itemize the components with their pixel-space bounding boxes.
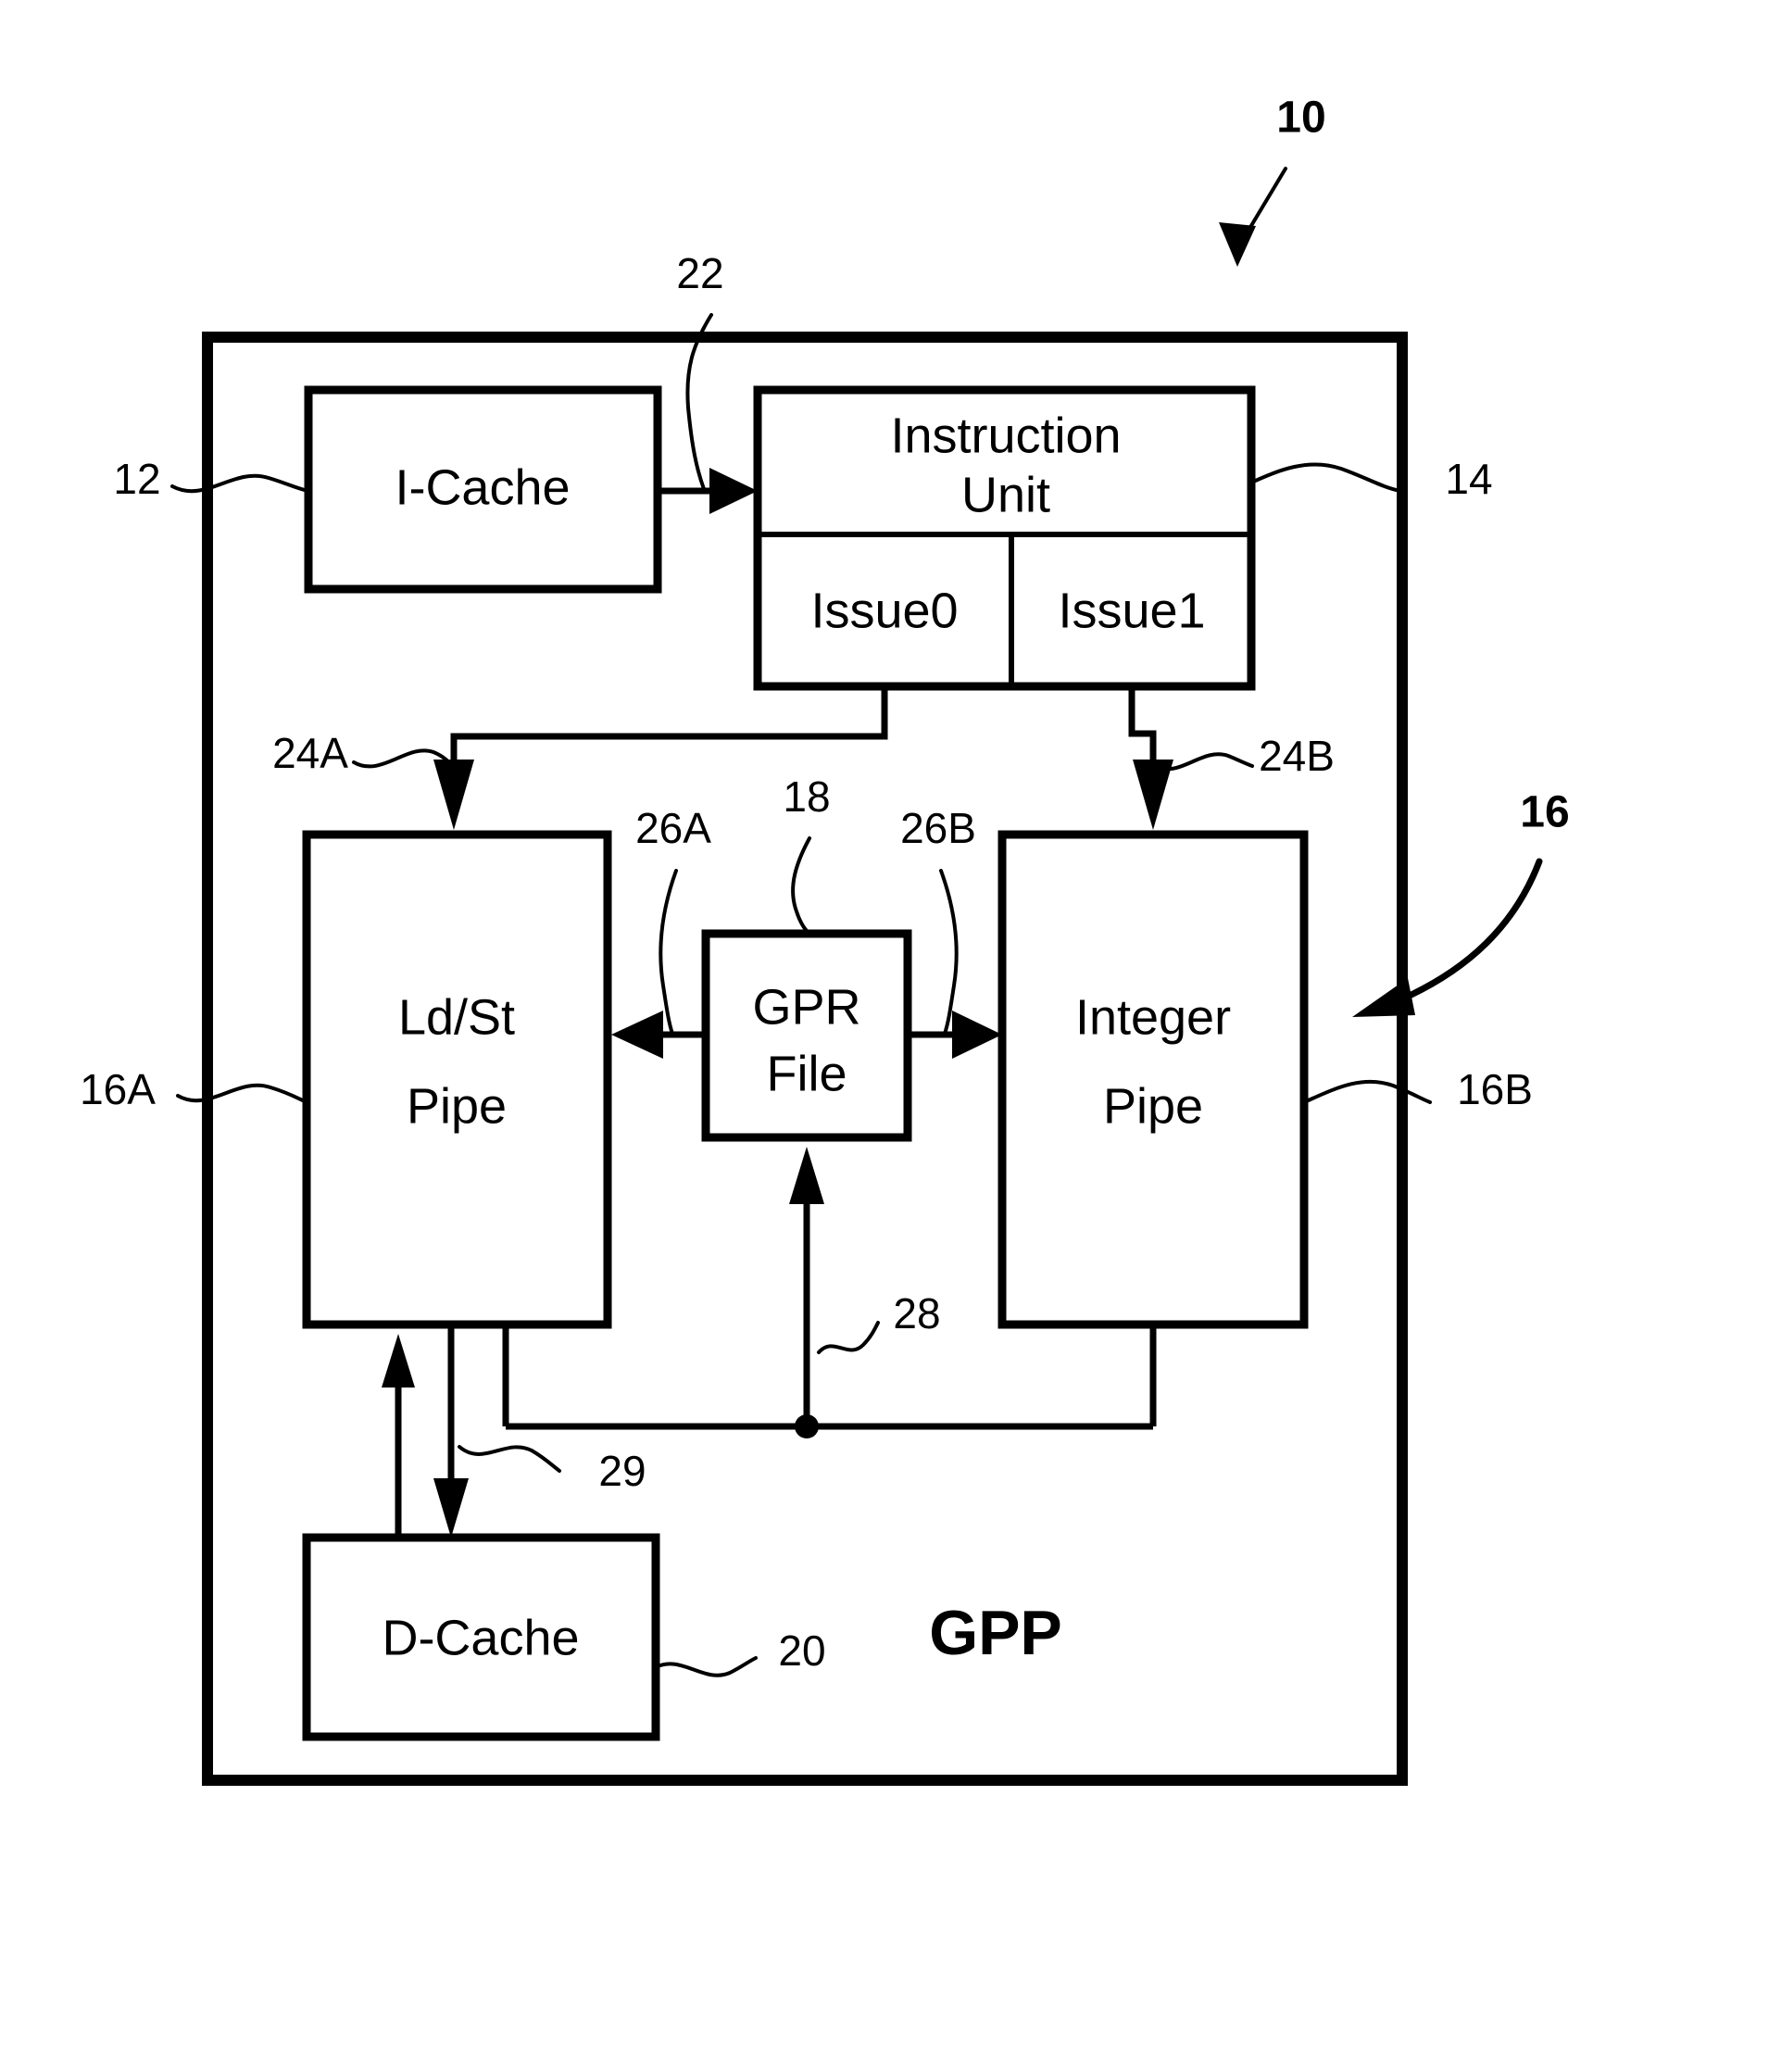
ref-10-arrowhead — [1219, 222, 1256, 267]
ref-number-16A: 16A — [80, 1065, 156, 1113]
ldst-pipe-label-line2: Pipe — [407, 1078, 507, 1134]
gpr-file-group: GPR File — [701, 929, 912, 1142]
integer-pipe-label-line1: Integer — [1075, 989, 1231, 1045]
ref-number-29: 29 — [598, 1447, 646, 1495]
icache-label: I-Cache — [395, 459, 570, 515]
ref-number-26A: 26A — [635, 804, 711, 852]
ref-number-18: 18 — [783, 772, 830, 821]
icache-block-group: I-Cache — [304, 385, 662, 594]
instruction-unit-group: Instruction Unit Issue0 Issue1 — [753, 385, 1256, 691]
ref-number-10: 10 — [1276, 94, 1325, 143]
ref-number-24B: 24B — [1259, 732, 1335, 780]
instruction-unit-label-line1: Instruction — [890, 408, 1121, 463]
ref-number-12: 12 — [113, 455, 160, 503]
gpr-file-box — [701, 929, 912, 1142]
dcache-label: D-Cache — [382, 1610, 579, 1665]
system-ref-10-group: 10 — [1219, 94, 1326, 267]
ref-number-26B: 26B — [900, 804, 976, 852]
writeback-junction-dot — [795, 1414, 819, 1438]
integer-pipe-label-line2: Pipe — [1103, 1078, 1203, 1134]
figure-canvas: 10 I-Cache 12 22 Instruction Unit Issue0… — [80, 94, 1570, 1786]
integer-pipe-group: Integer Pipe — [997, 830, 1309, 1329]
gpp-label: GPP — [929, 1598, 1062, 1668]
ref-number-16: 16 — [1520, 788, 1569, 837]
ldst-pipe-group: Ld/St Pipe — [302, 830, 612, 1329]
dcache-block-group: D-Cache — [302, 1533, 660, 1741]
gpr-file-label-line2: File — [766, 1046, 847, 1101]
ref-number-16B: 16B — [1457, 1065, 1533, 1113]
ref-number-20: 20 — [778, 1626, 825, 1675]
ref-16-leader — [1391, 858, 1543, 1006]
patent-figure-root: 10 I-Cache 12 22 Instruction Unit Issue0… — [0, 0, 1769, 2072]
instruction-unit-label-line2: Unit — [961, 467, 1050, 522]
issue1-label: Issue1 — [1058, 583, 1205, 638]
ref-number-22: 22 — [676, 249, 723, 297]
ref-number-14: 14 — [1445, 455, 1492, 503]
issue0-label: Issue0 — [810, 583, 958, 638]
gpr-file-label-line1: GPR — [752, 979, 860, 1035]
ref-number-24A: 24A — [272, 729, 348, 777]
ref-number-28: 28 — [893, 1289, 940, 1337]
ldst-pipe-label-line1: Ld/St — [398, 989, 515, 1045]
